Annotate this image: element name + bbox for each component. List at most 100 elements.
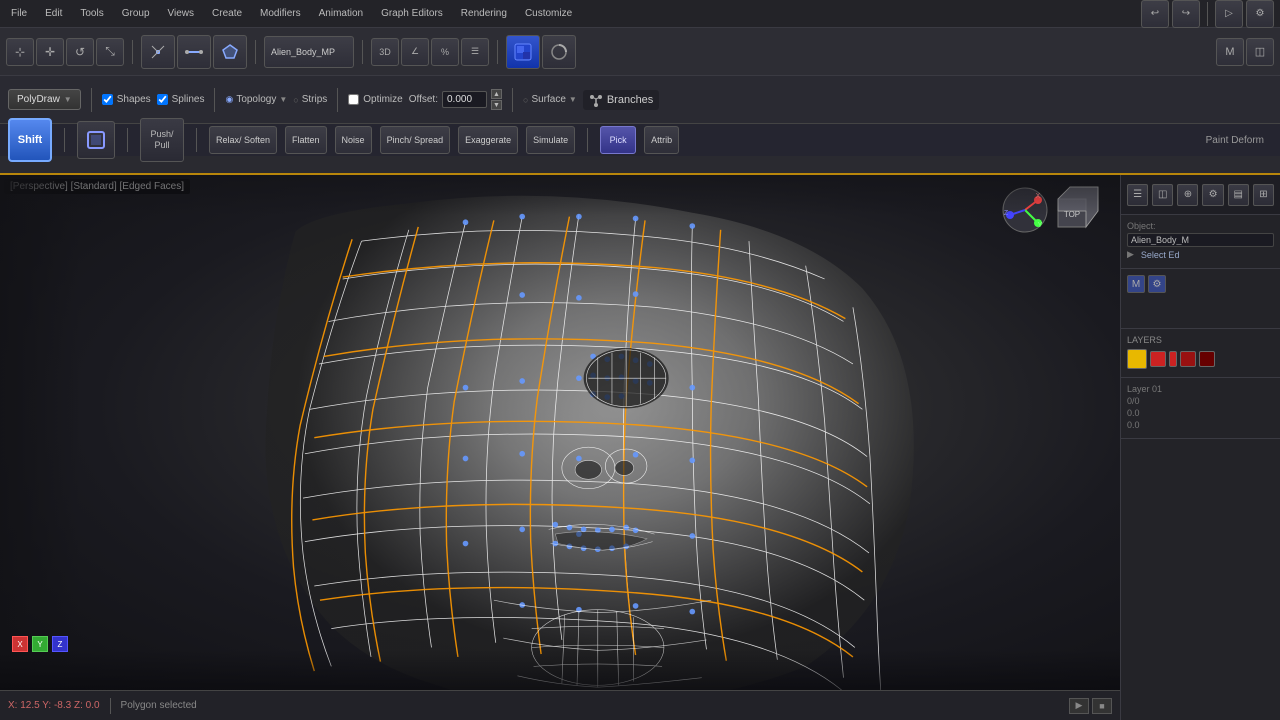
- x-axis-btn[interactable]: X: [12, 636, 28, 652]
- color-darkred[interactable]: [1180, 351, 1196, 367]
- topology-radio[interactable]: ◉ Topology ▼: [225, 94, 287, 105]
- menu-create[interactable]: Create: [207, 6, 247, 21]
- simulate-button[interactable]: Simulate: [526, 126, 575, 154]
- shapes-checkbox[interactable]: Shapes: [102, 94, 151, 105]
- flatten-button[interactable]: Flatten: [285, 126, 327, 154]
- optimize-check[interactable]: [348, 94, 359, 105]
- scale-btn[interactable]: ⤡: [96, 38, 124, 66]
- rotate-btn[interactable]: ↺: [66, 38, 94, 66]
- color-vdarkred[interactable]: [1199, 351, 1215, 367]
- color-red2[interactable]: [1169, 351, 1177, 367]
- color-row: [1127, 349, 1274, 369]
- obj-row-1: Object:: [1127, 221, 1274, 231]
- square-mode-btn[interactable]: [77, 121, 115, 159]
- color-yellow[interactable]: [1127, 349, 1147, 369]
- menu-views[interactable]: Views: [163, 6, 200, 21]
- menu-tools[interactable]: Tools: [75, 6, 108, 21]
- exaggerate-label: Exaggerate: [465, 135, 511, 145]
- optimize-checkbox[interactable]: Optimize: [348, 94, 402, 105]
- shading-2-btn[interactable]: [542, 35, 576, 69]
- layers-title: LAYERS: [1127, 335, 1274, 345]
- vertex-mode-btn[interactable]: [141, 35, 175, 69]
- material-editor-btn[interactable]: M: [1216, 38, 1244, 66]
- redo-btn[interactable]: ↪: [1172, 0, 1200, 28]
- shift-button[interactable]: Shift: [8, 118, 52, 162]
- pinch-spread-button[interactable]: Pinch/ Spread: [380, 126, 451, 154]
- pick-button[interactable]: Pick: [600, 126, 636, 154]
- object-name-field[interactable]: Alien_Body_MP: [264, 36, 354, 68]
- color-red[interactable]: [1150, 351, 1166, 367]
- cube-gizmo[interactable]: TOP: [1054, 183, 1102, 231]
- menu-customize[interactable]: Customize: [520, 6, 577, 21]
- edge-mode-btn[interactable]: [177, 35, 211, 69]
- panel-icon-4[interactable]: ⚙: [1202, 184, 1223, 206]
- panel-icon-3[interactable]: ⊕: [1177, 184, 1198, 206]
- panel-icon-6[interactable]: ⊞: [1253, 184, 1274, 206]
- surface-radio[interactable]: ○ Surface ▼: [523, 94, 577, 105]
- noise-button[interactable]: Noise: [335, 126, 372, 154]
- mod-icon-1[interactable]: M: [1127, 275, 1145, 293]
- z-axis-btn[interactable]: Z: [52, 636, 68, 652]
- right-panel-top: ☰ ◫ ⊕ ⚙ ▤ ⊞: [1121, 175, 1280, 215]
- panel-icon-1[interactable]: ☰: [1127, 184, 1148, 206]
- mod-icon-2[interactable]: ⚙: [1148, 275, 1166, 293]
- panel-icon-2[interactable]: ◫: [1152, 184, 1173, 206]
- move-btn[interactable]: ✛: [36, 38, 64, 66]
- poly-mode-btn[interactable]: [213, 35, 247, 69]
- panel-icon-5[interactable]: ▤: [1228, 184, 1249, 206]
- offset-input[interactable]: [442, 91, 487, 108]
- strips-radio[interactable]: ○ Strips: [293, 94, 327, 105]
- stop-btn[interactable]: ■: [1092, 698, 1112, 714]
- color-section: LAYERS: [1121, 329, 1280, 378]
- paint-deform-label: Paint Deform: [1206, 135, 1264, 146]
- relax-button[interactable]: Relax/ Soften: [209, 126, 277, 154]
- splines-checkbox[interactable]: Splines: [157, 94, 205, 105]
- select-btn[interactable]: ⊹: [6, 38, 34, 66]
- offset-spinner[interactable]: ▲ ▼: [491, 89, 502, 110]
- orientation-gizmo[interactable]: X Y Z: [1000, 185, 1050, 235]
- branches-label: Branches: [607, 94, 653, 106]
- offset-down[interactable]: ▼: [491, 100, 502, 110]
- offset-label: Offset:: [409, 94, 438, 105]
- snap-3d-btn[interactable]: 3D: [371, 38, 399, 66]
- menu-graph-editors[interactable]: Graph Editors: [376, 6, 448, 21]
- obj-label: Object:: [1127, 221, 1156, 231]
- pull-label: Pull: [154, 140, 169, 151]
- object-name-text: Alien_Body_MP: [271, 47, 335, 57]
- offset-up[interactable]: ▲: [491, 89, 502, 99]
- menu-file[interactable]: File: [6, 6, 32, 21]
- topology-arrow: ▼: [279, 95, 287, 104]
- push-pull-button[interactable]: Push/ Pull: [140, 118, 184, 162]
- menu-group[interactable]: Group: [117, 6, 155, 21]
- tri-label: ▶: [1127, 249, 1134, 260]
- flatten-label: Flatten: [292, 135, 320, 145]
- render-btn[interactable]: ▷: [1215, 0, 1243, 28]
- menu-animation[interactable]: Animation: [314, 6, 368, 21]
- transform-tools: ⊹ ✛ ↺ ⤡: [6, 38, 124, 66]
- viewport[interactable]: [Perspective] [Standard] [Edged Faces] X…: [0, 175, 1120, 690]
- splines-label: Splines: [172, 94, 205, 105]
- render-frame-btn[interactable]: ◫: [1246, 38, 1274, 66]
- menu-modifiers[interactable]: Modifiers: [255, 6, 306, 21]
- undo-btn[interactable]: ↩: [1141, 0, 1169, 28]
- branches-button[interactable]: Branches: [583, 90, 659, 110]
- shading-active-btn[interactable]: [506, 35, 540, 69]
- snap-pct-btn[interactable]: %: [431, 38, 459, 66]
- obj-name-input[interactable]: [1127, 233, 1274, 247]
- mode-icons: [141, 35, 247, 69]
- viewport-label: [Perspective] [Standard] [Edged Faces]: [4, 179, 190, 194]
- shapes-check[interactable]: [102, 94, 113, 105]
- exaggerate-button[interactable]: Exaggerate: [458, 126, 518, 154]
- mesh-svg: [0, 175, 1120, 690]
- named-sel-btn[interactable]: ☰: [461, 38, 489, 66]
- push-label: Push/: [150, 129, 173, 140]
- render-setup-btn[interactable]: ⚙: [1246, 0, 1274, 28]
- polydraw-button[interactable]: PolyDraw ▼: [8, 89, 81, 110]
- y-axis-btn[interactable]: Y: [32, 636, 48, 652]
- splines-check[interactable]: [157, 94, 168, 105]
- menu-rendering[interactable]: Rendering: [456, 6, 512, 21]
- attrib-button[interactable]: Attrib: [644, 126, 679, 154]
- play-btn[interactable]: ▶: [1069, 698, 1089, 714]
- snap-angle-btn[interactable]: ∠: [401, 38, 429, 66]
- menu-edit[interactable]: Edit: [40, 6, 67, 21]
